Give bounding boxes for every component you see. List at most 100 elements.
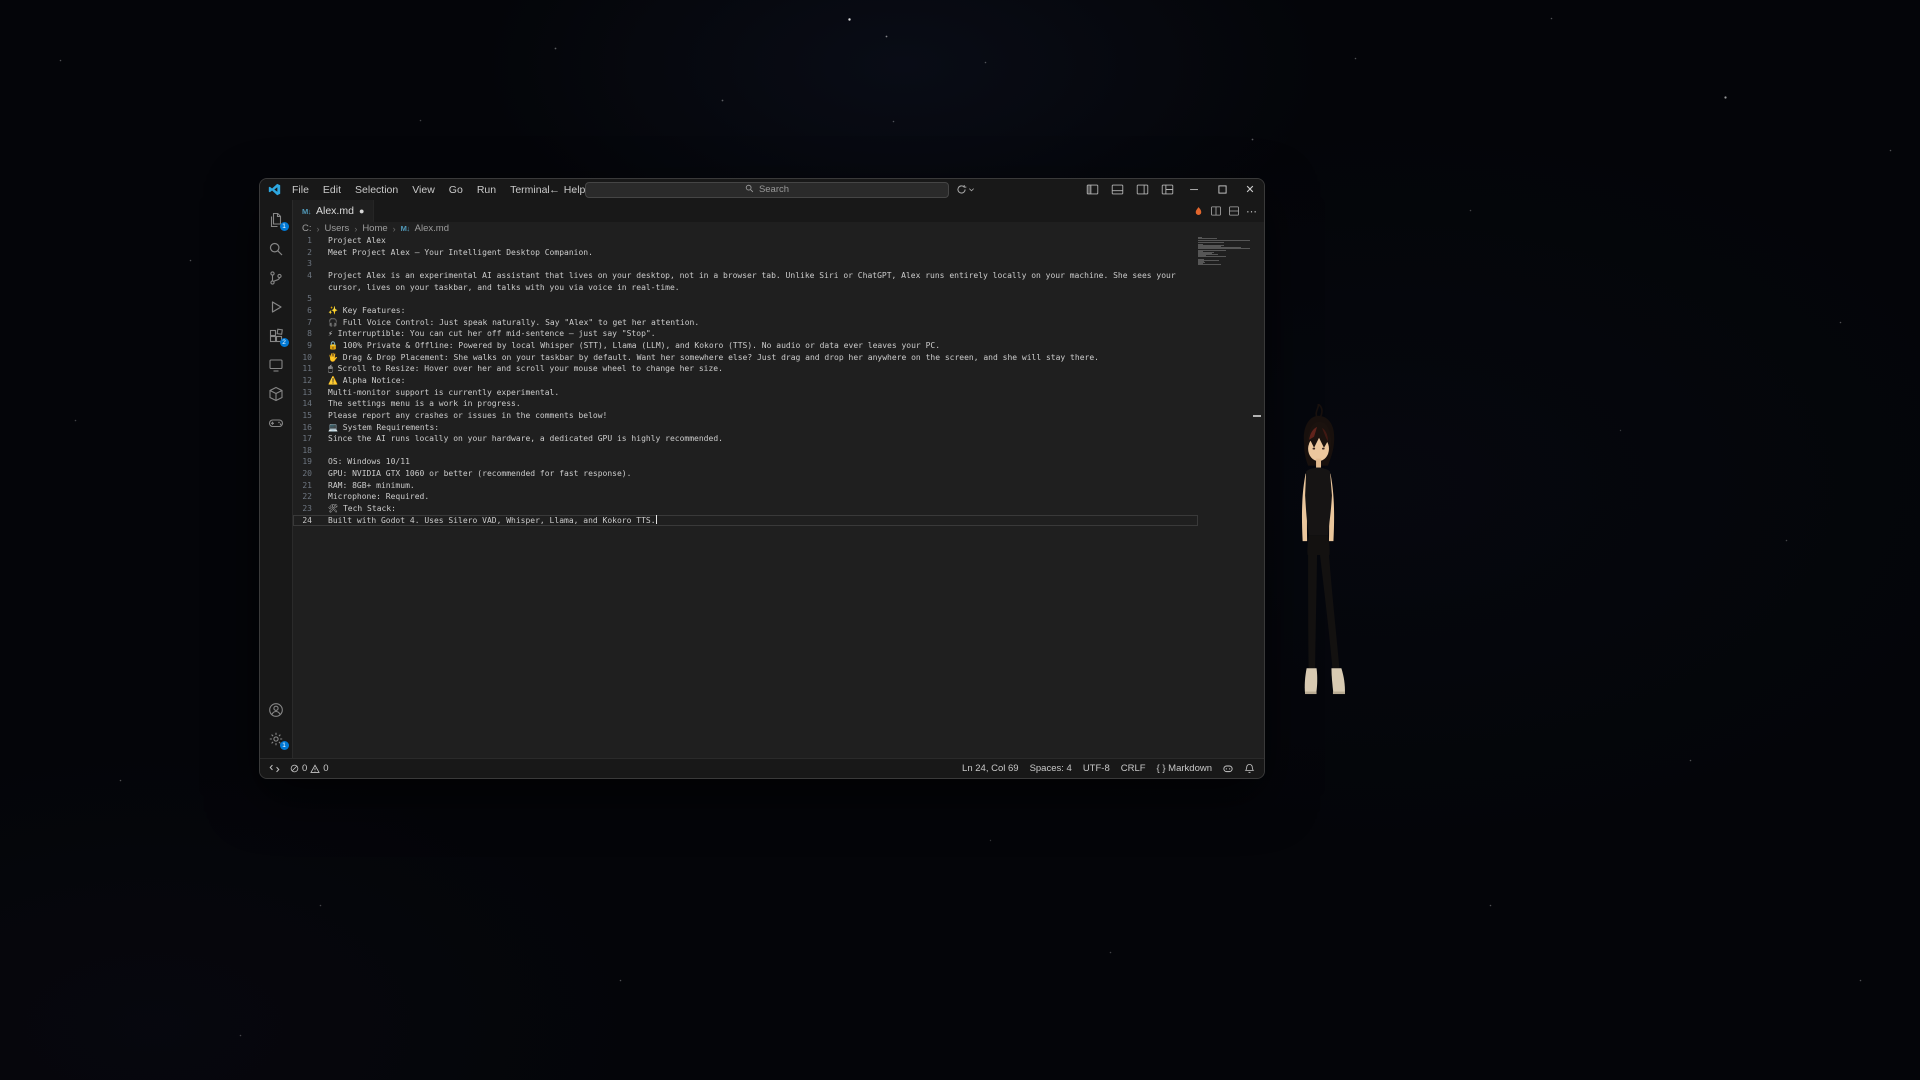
forward-icon[interactable]: → <box>567 184 578 196</box>
notifications-bell-icon[interactable] <box>1244 763 1255 774</box>
toggle-secondary-sidebar-icon[interactable] <box>1130 179 1155 200</box>
menu-selection[interactable]: Selection <box>348 184 405 196</box>
activity-bar-top: 12 <box>260 205 292 437</box>
activity-search-icon[interactable] <box>260 234 293 263</box>
editor-line[interactable]: 2Meet Project Alex — Your Intelligent De… <box>293 247 1198 259</box>
editor-line[interactable]: 15Please report any crashes or issues in… <box>293 410 1198 422</box>
close-button[interactable]: ✕ <box>1236 179 1264 200</box>
companion-sole-right <box>1333 692 1345 694</box>
more-actions-icon[interactable]: ⋯ <box>1246 205 1257 218</box>
overview-cursor-marker <box>1253 415 1261 417</box>
menu-bar: FileEditSelectionViewGoRunTerminalHelp <box>285 184 592 196</box>
breadcrumb: C:›Users›Home›M↓Alex.md <box>293 222 1264 235</box>
status-cursor-position[interactable]: Ln 24, Col 69 <box>962 763 1019 774</box>
activity-run-debug-icon[interactable] <box>260 292 293 321</box>
editor-line[interactable]: 6✨ Key Features: <box>293 305 1198 317</box>
activity-extensions-icon[interactable]: 2 <box>260 321 293 350</box>
activity-explorer-icon[interactable]: 1 <box>260 205 293 234</box>
activity-package-icon[interactable] <box>260 379 293 408</box>
modified-dot-icon[interactable]: ● <box>359 207 364 216</box>
menu-go[interactable]: Go <box>442 184 470 196</box>
line-text: Project Alex is an experimental AI assis… <box>328 270 1198 293</box>
titlebar: FileEditSelectionViewGoRunTerminalHelp ←… <box>260 179 1264 200</box>
editor-line[interactable]: 18 <box>293 445 1198 457</box>
minimap[interactable] <box>1198 237 1250 266</box>
line-text: 🛠 Tech Stack: <box>328 503 1198 515</box>
activity-settings-icon[interactable]: 1 <box>260 724 293 753</box>
breadcrumb-separator-icon: › <box>317 224 320 234</box>
menu-edit[interactable]: Edit <box>316 184 348 196</box>
back-icon[interactable]: ← <box>549 184 560 196</box>
line-text: 🎧 Full Voice Control: Just speak natural… <box>328 317 1198 329</box>
status-indentation[interactable]: Spaces: 4 <box>1030 763 1072 774</box>
breadcrumb-item[interactable]: Home <box>362 223 387 234</box>
line-text: RAM: 8GB+ minimum. <box>328 480 1198 492</box>
companion-leg-right <box>1320 555 1339 668</box>
editor-line[interactable]: 24 Built with Godot 4. Uses Silero VAD, W… <box>293 515 1198 527</box>
search-box[interactable]: Search <box>585 182 949 198</box>
activity-account-icon[interactable] <box>260 695 293 724</box>
editor-line[interactable]: 8⚡ Interruptible: You can cut her off mi… <box>293 328 1198 340</box>
status-language[interactable]: { } Markdown <box>1157 763 1212 774</box>
breadcrumb-item[interactable]: C: <box>302 223 312 234</box>
editor-line[interactable]: 16💻 System Requirements: <box>293 422 1198 434</box>
line-text: Please report any crashes or issues in t… <box>328 410 1198 422</box>
sync-icon[interactable] <box>956 184 975 195</box>
breadcrumb-item[interactable]: Users <box>325 223 350 234</box>
warning-count: 0 <box>323 763 328 774</box>
breadcrumb-item[interactable]: Alex.md <box>415 223 449 234</box>
remote-indicator[interactable] <box>269 763 280 774</box>
toggle-panel-icon[interactable] <box>1105 179 1130 200</box>
editor-line[interactable]: 13Multi-monitor support is currently exp… <box>293 387 1198 399</box>
companion-eye-left <box>1313 448 1316 450</box>
copilot-icon[interactable] <box>1222 763 1234 775</box>
desktop-companion-character[interactable] <box>1284 404 1364 702</box>
menu-view[interactable]: View <box>405 184 442 196</box>
line-number: 14 <box>293 398 312 410</box>
preview-icon[interactable] <box>1193 206 1204 217</box>
activity-remote-explorer-icon[interactable] <box>260 350 293 379</box>
line-text: The settings menu is a work in progress. <box>328 398 1198 410</box>
editor-line[interactable]: 9🔒 100% Private & Offline: Powered by lo… <box>293 340 1198 352</box>
line-number: 6 <box>293 305 312 317</box>
editor-line[interactable]: 22Microphone: Required. <box>293 491 1198 503</box>
editor[interactable]: 1Project Alex2Meet Project Alex — Your I… <box>293 235 1264 758</box>
editor-line[interactable]: 20GPU: NVIDIA GTX 1060 or better (recomm… <box>293 468 1198 480</box>
activity-source-control-icon[interactable] <box>260 263 293 292</box>
editor-line[interactable]: 12⚠️ Alpha Notice: <box>293 375 1198 387</box>
customize-layout-icon[interactable] <box>1155 179 1180 200</box>
editor-line[interactable]: 19OS: Windows 10/11 <box>293 456 1198 468</box>
toggle-primary-sidebar-icon[interactable] <box>1080 179 1105 200</box>
editor-line[interactable]: 17Since the AI runs locally on your hard… <box>293 433 1198 445</box>
editor-line[interactable]: 3 <box>293 258 1198 270</box>
status-encoding[interactable]: UTF-8 <box>1083 763 1110 774</box>
editor-layout-icon[interactable] <box>1228 205 1240 217</box>
activity-game-icon[interactable] <box>260 408 293 437</box>
line-number: 13 <box>293 387 312 399</box>
companion-sole-left <box>1305 692 1316 694</box>
menu-run[interactable]: Run <box>470 184 503 196</box>
editor-line[interactable]: 4Project Alex is an experimental AI assi… <box>293 270 1198 293</box>
scrollbar[interactable] <box>1250 235 1264 758</box>
problems-indicator[interactable]: 0 0 <box>290 763 329 774</box>
companion-shoe-left <box>1305 668 1318 694</box>
editor-line[interactable]: 11🖱 Scroll to Resize: Hover over her and… <box>293 363 1198 375</box>
menu-file[interactable]: File <box>285 184 316 196</box>
editor-line[interactable]: 1Project Alex <box>293 235 1198 247</box>
split-editor-icon[interactable] <box>1210 205 1222 217</box>
status-eol[interactable]: CRLF <box>1121 763 1146 774</box>
line-text: OS: Windows 10/11 <box>328 456 1198 468</box>
editor-line[interactable]: 7🎧 Full Voice Control: Just speak natura… <box>293 317 1198 329</box>
tab-alex-md[interactable]: M↓ Alex.md ● <box>293 200 374 222</box>
editor-line[interactable]: 10🖐 Drag & Drop Placement: She walks on … <box>293 352 1198 364</box>
editor-line[interactable]: 14 The settings menu is a work in progres… <box>293 398 1198 410</box>
line-text <box>328 445 1198 457</box>
line-text: Built with Godot 4. Uses Silero VAD, Whi… <box>328 515 1198 527</box>
editor-lines: 1Project Alex2Meet Project Alex — Your I… <box>293 235 1264 758</box>
minimize-button[interactable]: ─ <box>1180 179 1208 200</box>
editor-line[interactable]: 5 <box>293 293 1198 305</box>
editor-line[interactable]: 21RAM: 8GB+ minimum. <box>293 480 1198 492</box>
maximize-button[interactable] <box>1208 179 1236 200</box>
line-number: 24 <box>293 515 312 527</box>
editor-line[interactable]: 23🛠 Tech Stack: <box>293 503 1198 515</box>
